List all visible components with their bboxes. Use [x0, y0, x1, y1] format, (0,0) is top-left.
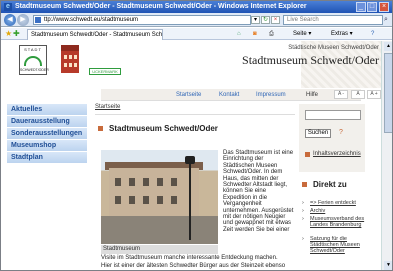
sidebar-item-stadtplan[interactable]: Stadtplan [7, 152, 87, 163]
stop-icon[interactable]: × [271, 16, 280, 24]
photo-caption: Stadtmuseum [101, 245, 218, 254]
site-search-input[interactable] [305, 110, 361, 120]
extras-menu[interactable]: Extras ▾ [331, 30, 353, 38]
search-help-icon[interactable]: ? [339, 129, 343, 136]
body-text-line: Hier ist einer der ältesten Schwedter Bü… [101, 263, 286, 269]
web-page: STADT SCHWEDT/ODER UCKERMARK Städtische … [1, 41, 392, 270]
direkt-zu-heading: Direkt zu [313, 180, 347, 189]
museum-photo [101, 150, 218, 244]
main-content: Startseite Stadtmuseum Schwedt/Oder Stad… [95, 104, 297, 270]
search-icon[interactable]: ⌕ [384, 16, 392, 24]
search-input[interactable]: Live Search [283, 15, 383, 25]
page-menu[interactable]: Seite ▾ [293, 30, 311, 38]
heading-bullet-icon [302, 182, 307, 187]
divider [95, 114, 295, 115]
sidebar-item-sonderausstellungen[interactable]: Sonderausstellungen [7, 128, 87, 139]
extras-menu-label: Extras [331, 31, 349, 37]
uckermark-logo[interactable]: UCKERMARK [89, 68, 121, 75]
direkt-link[interactable]: Museumsverband des Landes Brandenburg [310, 216, 368, 228]
print-icon[interactable]: ⎙ [269, 30, 274, 38]
scroll-up-icon[interactable]: ▲ [384, 42, 392, 51]
search-button[interactable]: Suchen [305, 129, 331, 138]
logo-text-bottom: SCHWEDT/ODER [20, 68, 49, 72]
address-dropdown-button[interactable]: ▾ [251, 16, 260, 24]
direkt-link[interactable]: => Ferien entdeckt [310, 200, 368, 206]
site-header: STADT SCHWEDT/ODER UCKERMARK Städtische … [1, 41, 392, 88]
vertical-scrollbar[interactable]: ▲ ▼ [381, 41, 392, 270]
text-normal-button[interactable]: A [351, 90, 365, 99]
nav-link-impressum[interactable]: Impressum [256, 92, 286, 99]
body-text: Visite im Stadtmuseum manche interessant… [101, 254, 297, 270]
nav-link-hilfe[interactable]: Hilfe [306, 92, 318, 99]
home-icon[interactable]: ⌂ [237, 30, 241, 38]
scroll-thumb[interactable] [384, 53, 392, 133]
refresh-icon[interactable]: ↻ [261, 16, 270, 24]
city-logo[interactable]: STADT SCHWEDT/ODER [19, 45, 49, 75]
arrow-icon: › [302, 216, 304, 222]
breadcrumb[interactable]: Startseite [95, 104, 120, 111]
tab-active[interactable]: Stadtmuseum Schwedt/Oder - Stadtmuseum S… [27, 29, 163, 40]
logo-text-top: STADT [24, 47, 42, 52]
feeds-icon[interactable]: ◙ [253, 30, 257, 38]
page-icon [35, 17, 41, 23]
window-title: Stadtmuseum Schwedt/Oder - Stadtmuseum S… [15, 3, 307, 10]
sidebar: Aktuelles Dauerausstellung Sonderausstel… [7, 104, 87, 164]
window-title-bar: e Stadtmuseum Schwedt/Oder - Stadtmuseum… [1, 1, 392, 13]
favorites-star-icon[interactable]: ★ [5, 29, 12, 39]
museum-building-icon [61, 45, 79, 73]
page-menu-label: Seite [293, 31, 307, 37]
site-search-box: Suchen ? Inhaltsverzeichnis [299, 104, 365, 172]
direkt-link[interactable]: Satzung für die Städtischen Museen Schwe… [310, 236, 368, 254]
site-subtitle: Städtische Museen Schwedt/Oder [288, 45, 379, 51]
browser-window: e Stadtmuseum Schwedt/Oder - Stadtmuseum… [0, 0, 393, 271]
help-icon[interactable]: ? [371, 30, 374, 38]
inhaltsverzeichnis-link[interactable]: Inhaltsverzeichnis [313, 151, 361, 157]
minimize-button[interactable]: _ [356, 2, 366, 12]
scroll-down-icon[interactable]: ▼ [384, 261, 392, 270]
internet-explorer-icon: e [4, 3, 12, 11]
text-larger-button[interactable]: A + [367, 90, 381, 99]
heading-bullet-icon [98, 126, 103, 131]
top-navigation: Startseite Kontakt Impressum Hilfe A - A… [1, 89, 392, 101]
logo-arch-icon [24, 56, 42, 66]
url-input[interactable]: ttp://www.schwedt.eu/stadtmuseum [33, 15, 251, 25]
arrow-icon: › [302, 236, 304, 242]
maximize-button[interactable]: □ [367, 2, 377, 12]
forward-button[interactable]: ▶ [17, 14, 29, 26]
site-title: Stadtmuseum Schwedt/Oder [242, 53, 379, 67]
direkt-link[interactable]: Archiv [310, 208, 368, 214]
sidebar-item-aktuelles[interactable]: Aktuelles [7, 104, 87, 115]
page-title: Stadtmuseum Schwedt/Oder [109, 124, 218, 133]
close-button[interactable]: × [379, 2, 389, 12]
nav-link-kontakt[interactable]: Kontakt [219, 92, 239, 99]
bullet-icon [305, 152, 310, 157]
command-bar: ★ ✚ Stadtmuseum Schwedt/Oder - Stadtmuse… [1, 28, 392, 40]
nav-link-startseite[interactable]: Startseite [176, 92, 201, 99]
sidebar-item-dauerausstellung[interactable]: Dauerausstellung [7, 116, 87, 127]
address-bar: ◀ ▶ ttp://www.schwedt.eu/stadtmuseum ▾ ↻… [1, 13, 392, 27]
text-smaller-button[interactable]: A - [334, 90, 348, 99]
arrow-icon: › [302, 208, 304, 214]
sidebar-item-museumshop[interactable]: Museumshop [7, 140, 87, 151]
arrow-icon: › [302, 200, 304, 206]
right-column: Suchen ? Inhaltsverzeichnis Direkt zu › … [299, 104, 369, 270]
body-text-line: Visite im Stadtmuseum manche interessant… [101, 255, 278, 261]
add-favorite-icon[interactable]: ✚ [13, 29, 20, 39]
intro-text: Das Stadtmuseum ist eine Einrichtung der… [223, 150, 294, 233]
back-button[interactable]: ◀ [4, 14, 16, 26]
